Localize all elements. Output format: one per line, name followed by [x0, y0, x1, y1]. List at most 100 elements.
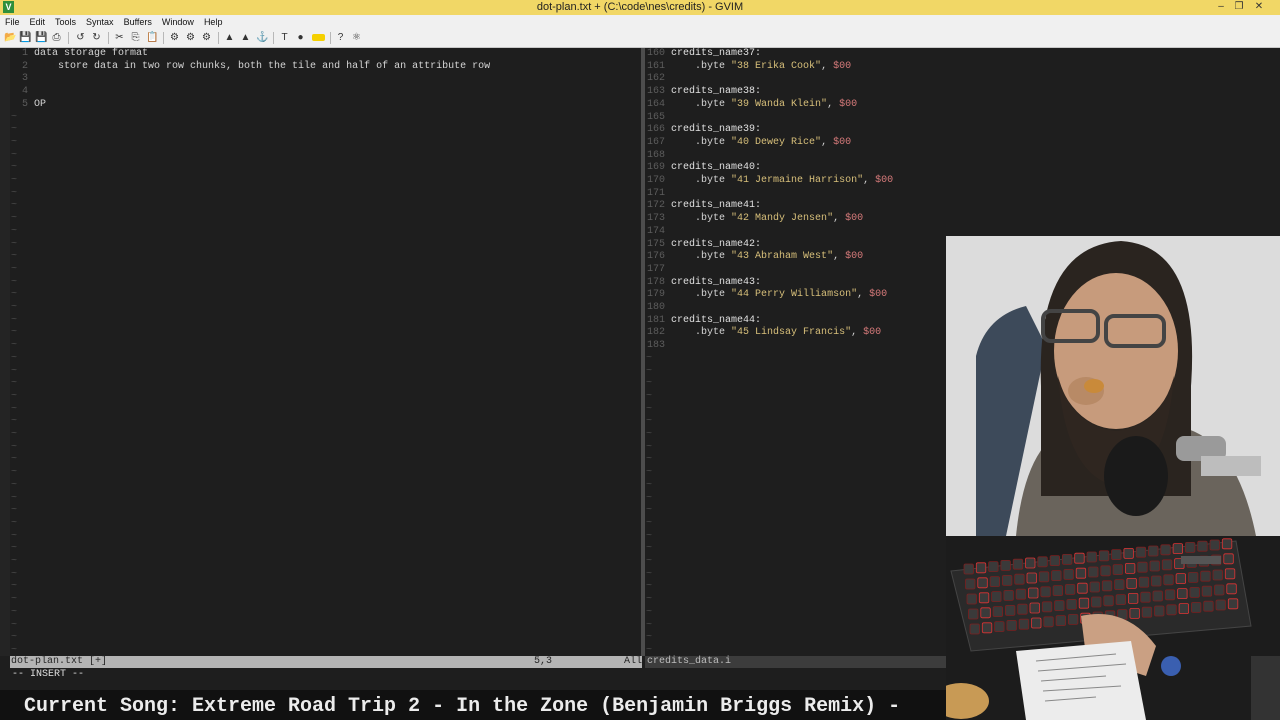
- save-session-icon[interactable]: ▲: [240, 32, 251, 43]
- empty-line-tilde: ~: [11, 416, 18, 428]
- save-icon[interactable]: 💾: [19, 32, 31, 43]
- menu-help[interactable]: Help: [199, 15, 228, 29]
- make-icon[interactable]: T: [279, 32, 290, 43]
- code-line: 165: [645, 112, 671, 125]
- keyboard-key: [1063, 569, 1074, 580]
- asm-label: credits_name41:: [671, 200, 762, 212]
- empty-line-tilde: ~: [646, 467, 653, 479]
- keyboard-key: [1135, 546, 1147, 558]
- jump-tag-icon[interactable]: [312, 34, 325, 41]
- find-next-icon[interactable]: ⚙: [185, 32, 196, 43]
- empty-line-tilde: ~: [11, 175, 18, 186]
- copy-icon[interactable]: ⎘: [130, 32, 141, 43]
- close-icon[interactable]: ✕: [1250, 0, 1268, 15]
- undo-icon[interactable]: ↺: [75, 32, 86, 43]
- paste-icon[interactable]: 📋: [146, 32, 158, 43]
- byte-directive: .byte: [695, 60, 732, 72]
- minimize-icon[interactable]: –: [1212, 0, 1230, 15]
- menu-file[interactable]: File: [0, 15, 25, 29]
- save-all-icon[interactable]: 💾: [35, 32, 47, 43]
- menu-buffers[interactable]: Buffers: [119, 15, 157, 29]
- cut-icon[interactable]: ✂: [114, 32, 125, 43]
- keyboard-key: [1223, 553, 1234, 565]
- restore-icon[interactable]: ❐: [1230, 0, 1248, 15]
- keyboard-key: [1140, 591, 1151, 603]
- build-tags-icon[interactable]: ●: [295, 32, 306, 43]
- menu-edit[interactable]: Edit: [25, 15, 51, 29]
- find-help-icon[interactable]: ⚛: [351, 32, 362, 43]
- keyboard-key: [1043, 616, 1054, 628]
- left-buffer-pane[interactable]: 1 data storage format 2 store data in tw…: [10, 48, 641, 656]
- keyboard-key: [1190, 602, 1202, 613]
- open-icon[interactable]: 📂: [4, 32, 16, 43]
- keyboard-key: [1138, 576, 1150, 588]
- keyboard-key: [1065, 584, 1076, 595]
- help-icon[interactable]: ?: [335, 32, 346, 43]
- code-line: 177: [645, 264, 671, 277]
- menu-bar: File Edit Tools Syntax Buffers Window Help: [0, 15, 1280, 29]
- line-number: 173: [646, 213, 665, 225]
- status-scroll: All: [624, 656, 643, 667]
- menu-window[interactable]: Window: [157, 15, 199, 29]
- line-number: 180: [646, 302, 665, 313]
- empty-line-tilde: ~: [11, 492, 18, 504]
- hex-value: $00: [875, 175, 894, 186]
- line-number: 171: [646, 187, 665, 199]
- keyboard-key: [1151, 575, 1162, 587]
- line-number: 4: [21, 86, 28, 98]
- right-buffer-pane[interactable]: 160 credits_name37: 161 .byte "38 Erika C…: [645, 48, 946, 656]
- line-number: 160: [646, 48, 665, 59]
- code-line: 182 .byte "45 Lindsay Francis", $00: [646, 327, 882, 339]
- print-icon[interactable]: ⎙: [51, 32, 62, 43]
- empty-line-tilde: ~: [646, 365, 653, 377]
- empty-line-tilde: ~: [646, 352, 653, 364]
- string-literal: "43 Abraham West": [731, 251, 834, 263]
- code-line: 169 credits_name40:: [645, 162, 761, 175]
- keyboard-key: [968, 608, 979, 620]
- string-literal: "38 Erika Cook": [731, 60, 822, 72]
- line-text: OP: [34, 98, 47, 110]
- keyboard-key: [1000, 559, 1011, 571]
- empty-line-tilde: ~: [11, 467, 18, 479]
- keyboard-key: [1012, 558, 1024, 570]
- string-literal: "44 Perry Williamson": [731, 289, 858, 301]
- keyboard-key: [1163, 574, 1174, 586]
- empty-line-tilde: ~: [11, 365, 18, 377]
- keyboard-key: [1221, 538, 1233, 550]
- empty-line-tilde: ~: [646, 517, 653, 529]
- hex-value: $00: [845, 213, 864, 225]
- line-number: 161: [646, 60, 665, 72]
- keyboard-key: [1040, 586, 1051, 598]
- byte-directive: .byte: [695, 136, 732, 148]
- keyboard-key: [1166, 604, 1177, 616]
- keyboard-key: [988, 561, 999, 573]
- redo-icon[interactable]: ↻: [91, 32, 102, 43]
- keyboard-key: [1172, 543, 1184, 554]
- empty-line-tilde: ~: [11, 378, 18, 390]
- menu-tools[interactable]: Tools: [50, 15, 81, 29]
- empty-line-tilde: ~: [11, 213, 18, 225]
- code-line: 3: [10, 73, 34, 86]
- code-line: 164 .byte "39 Wanda Klein", $00: [646, 98, 858, 110]
- status-line-left: dot-plan.txt [+] 5,3 All: [10, 656, 642, 668]
- empty-line-tilde: ~: [11, 200, 18, 212]
- run-script-icon[interactable]: ⚓: [256, 32, 268, 43]
- empty-line-tilde: ~: [646, 556, 653, 567]
- keyboard-key: [1062, 553, 1073, 565]
- song-text: Current Song: Extreme Road Trip 2 - In t…: [24, 695, 901, 718]
- string-literal: "41 Jermaine Harrison": [731, 175, 864, 186]
- keyboard-key: [1066, 599, 1077, 610]
- keyboard-key: [1111, 549, 1122, 561]
- menu-syntax[interactable]: Syntax: [81, 15, 119, 29]
- find-prev-icon[interactable]: ⚙: [201, 32, 212, 43]
- load-session-icon[interactable]: ▲: [224, 32, 235, 43]
- command-line[interactable]: -- INSERT --: [0, 668, 946, 682]
- empty-line-tilde: ~: [11, 225, 18, 237]
- empty-line-tilde: ~: [646, 606, 653, 618]
- empty-line-tilde: ~: [11, 238, 18, 250]
- find-replace-icon[interactable]: ⚙: [169, 32, 180, 43]
- byte-directive: .byte: [695, 98, 732, 110]
- keyboard-key: [1028, 587, 1039, 599]
- keyboard-key: [1055, 615, 1066, 626]
- keyboard-key: [1184, 542, 1196, 553]
